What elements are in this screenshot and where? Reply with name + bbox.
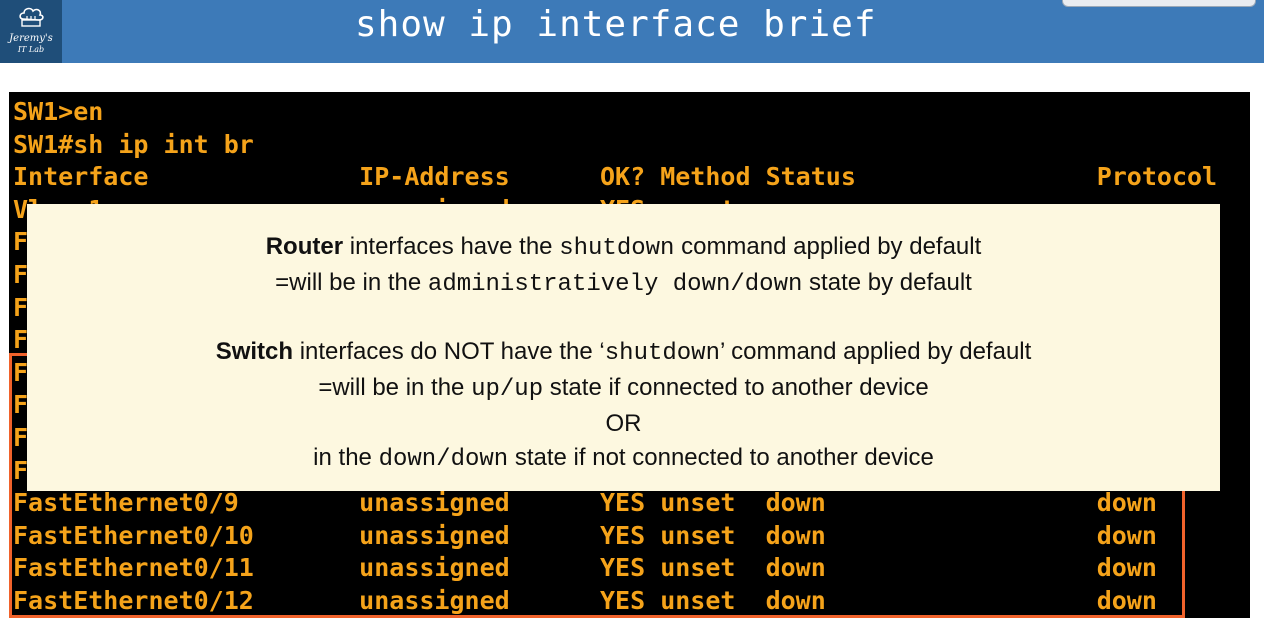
switch-label: Switch [215,338,294,365]
up-up-state: up/up [471,376,544,403]
or-line: OR [605,410,642,437]
terminal-line: SW1>en [13,97,104,126]
router-line: Router interfaces have the shutdown comm… [265,233,982,262]
switch-down-line: in the down/down state if not connected … [313,444,934,473]
terminal-line: Interface IP-Address OK? Method Status P… [13,162,1218,192]
search-input[interactable] [1062,0,1256,7]
cloud-logo-icon [19,7,44,27]
switch-up-line: =will be in the up/up state if connected… [318,374,929,403]
admin-down-state: administratively down/down [427,271,803,298]
shutdown-command-quoted: shutdown [604,340,720,367]
down-down-state: down/down [378,446,509,473]
logo-text-line2: IT Lab [17,45,45,54]
shutdown-command: shutdown [559,235,675,262]
switch-line: Switch interfaces do NOT have the ‘shutd… [215,338,1032,367]
slide-title: show ip interface brief [355,4,877,45]
slide-header: Jeremy's IT Lab show ip interface brief [0,0,1264,63]
router-label: Router [265,233,344,260]
terminal-line: SW1#sh ip int br [13,129,254,159]
explanation-callout: Router interfaces have the shutdown comm… [27,204,1220,491]
logo-text-line1: Jeremy's [9,33,53,44]
jeremys-it-lab-logo: Jeremy's IT Lab [0,0,62,63]
router-state-line: =will be in the administratively down/do… [275,269,972,298]
